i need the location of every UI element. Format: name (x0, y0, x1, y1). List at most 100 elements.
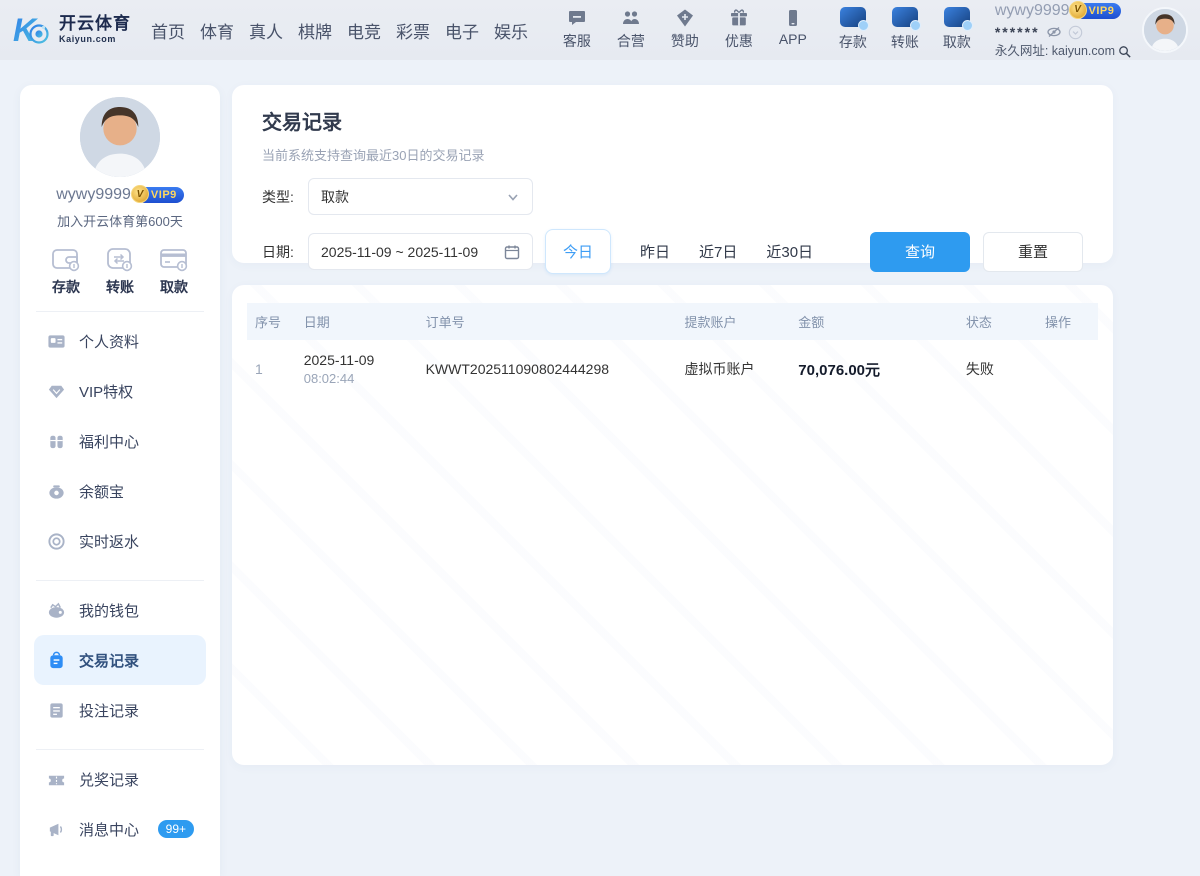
sidebar-avatar-photo (80, 97, 160, 177)
sidebar-item-transactions[interactable]: 交易记录 (34, 635, 206, 685)
service-button[interactable]: 客服 (555, 8, 599, 51)
sidebar-item-rebate[interactable]: 实时返水 (34, 516, 206, 566)
shortcut-today[interactable]: 今日 (545, 229, 611, 274)
col-action: 操作 (1037, 303, 1098, 340)
partners-button[interactable]: 合营 (609, 8, 653, 51)
sidebar-item-wallet[interactable]: 我的钱包 (34, 585, 206, 635)
sidebar-item-yuebao-label: 余额宝 (79, 481, 124, 502)
sidebar-item-bets[interactable]: 投注记录 (34, 685, 206, 735)
cell-status: 失败 (958, 340, 1037, 398)
transfer-button[interactable]: 转账 (883, 7, 927, 52)
sidebar-item-bets-label: 投注记录 (79, 700, 139, 721)
sidebar-transfer-button[interactable]: 转账 (105, 246, 135, 297)
my-wallet-icon (47, 601, 66, 620)
main-nav: 首页 体育 真人 棋牌 电竞 彩票 电子 娱乐 (151, 18, 528, 43)
nav-home[interactable]: 首页 (151, 18, 185, 43)
rebate-circle-icon (47, 532, 66, 551)
chevron-down-icon (506, 190, 520, 204)
withdraw-label: 取款 (943, 32, 971, 52)
megaphone-icon (47, 820, 66, 839)
chevron-circle-icon[interactable] (1068, 25, 1083, 40)
shortcut-7days[interactable]: 近7日 (699, 241, 737, 262)
nav-esports[interactable]: 电竞 (347, 18, 381, 43)
sidebar-item-wallet-label: 我的钱包 (79, 600, 139, 621)
partners-label: 合营 (617, 31, 645, 51)
page-subtitle: 当前系统支持查询最近30日的交易记录 (262, 145, 1083, 164)
col-date: 日期 (296, 303, 418, 340)
nav-live[interactable]: 真人 (249, 18, 283, 43)
table-row: 1 2025-11-09 08:02:44 KWWT20251109080244… (247, 340, 1098, 398)
type-select[interactable]: 取款 (308, 178, 533, 215)
id-card-icon (47, 332, 66, 351)
sidebar-item-messages-label: 消息中心 (79, 819, 139, 840)
deposit-card-icon (840, 7, 866, 29)
cell-account: 虚拟币账户 (677, 340, 791, 398)
masked-balance: ****** (995, 23, 1040, 42)
date-shortcuts: 今日 昨日 近7日 近30日 (545, 229, 813, 274)
sidebar-divider (36, 749, 204, 750)
nav-chess[interactable]: 棋牌 (298, 18, 332, 43)
vip-gem-icon (47, 382, 66, 401)
shortcut-30days[interactable]: 近30日 (766, 241, 813, 262)
date-range-value: 2025-11-09 ~ 2025-11-09 (321, 244, 504, 260)
sponsor-button[interactable]: 赞助 (663, 8, 707, 51)
piggy-bank-icon (47, 482, 66, 501)
vip-badge: V VIP9 (1075, 3, 1122, 19)
withdraw-button[interactable]: 取款 (935, 7, 979, 52)
sidebar-item-welfare[interactable]: 福利中心 (34, 416, 206, 466)
cell-order-no: KWWT202511090802444298 (418, 340, 677, 398)
deposit-label: 存款 (839, 32, 867, 52)
calendar-icon (504, 244, 520, 260)
brand-domain: Kaiyun.com (59, 35, 131, 44)
sidebar-item-vip[interactable]: VIP特权 (34, 366, 206, 416)
app-label: APP (779, 31, 807, 47)
nav-slots[interactable]: 电子 (445, 18, 479, 43)
sidebar-withdraw-button[interactable]: 取款 (159, 246, 189, 297)
sidebar-item-prizes[interactable]: 兑奖记录 (34, 754, 206, 804)
sponsor-label: 赞助 (671, 31, 699, 51)
avatar-photo (1144, 9, 1186, 51)
sidebar-item-profile[interactable]: 个人资料 (34, 316, 206, 366)
nav-sports[interactable]: 体育 (200, 18, 234, 43)
transaction-table-card: 序号 日期 订单号 提款账户 金额 状态 操作 1 2025-11-09 08:… (232, 285, 1113, 765)
sidebar-vip-level: VIP9 (151, 189, 177, 201)
sidebar-item-messages[interactable]: 消息中心 99+ (34, 804, 206, 854)
sidebar-avatar[interactable] (80, 97, 160, 177)
withdraw-card-icon (944, 7, 970, 29)
app-button[interactable]: APP (771, 8, 815, 51)
search-button[interactable]: 查询 (870, 232, 970, 272)
bet-record-icon (47, 701, 66, 720)
date-range-input[interactable]: 2025-11-09 ~ 2025-11-09 (308, 233, 533, 270)
shortcut-yesterday[interactable]: 昨日 (640, 241, 670, 262)
sidebar-vip-badge: V VIP9 (137, 187, 184, 203)
sidebar-username: wywy9999 (56, 186, 131, 204)
kaiyun-logo[interactable]: K 开云体育 Kaiyun.com (0, 10, 131, 50)
deposit-button[interactable]: 存款 (831, 7, 875, 52)
transaction-filter-card: 交易记录 当前系统支持查询最近30日的交易记录 类型: 取款 日期: 2025-… (232, 85, 1113, 263)
magnifier-icon[interactable] (1117, 44, 1132, 59)
nav-entertainment[interactable]: 娱乐 (494, 18, 528, 43)
user-account-block[interactable]: wywy9999 V VIP9 ****** 永久网址 (995, 0, 1132, 59)
vip-level: VIP9 (1089, 4, 1115, 19)
nav-lottery[interactable]: 彩票 (396, 18, 430, 43)
user-avatar[interactable] (1142, 7, 1188, 53)
sidebar-withdraw-label: 取款 (160, 277, 188, 297)
sidebar-item-vip-label: VIP特权 (79, 381, 133, 402)
welfare-gift-icon (47, 432, 66, 451)
col-seq: 序号 (247, 303, 296, 340)
top-navigation-bar: K 开云体育 Kaiyun.com 首页 体育 真人 棋牌 电竞 彩票 电子 娱… (0, 0, 1200, 60)
cell-time-value: 08:02:44 (304, 371, 410, 386)
promo-label: 优惠 (725, 31, 753, 51)
sidebar-deposit-button[interactable]: 存款 (51, 246, 81, 297)
sidebar-item-yuebao[interactable]: 余额宝 (34, 466, 206, 516)
reset-button[interactable]: 重置 (983, 232, 1083, 272)
eye-off-icon[interactable] (1046, 24, 1062, 40)
chat-icon (567, 8, 587, 28)
sidebar-deposit-label: 存款 (52, 277, 80, 297)
wallet-icon (51, 246, 81, 272)
promo-button[interactable]: 优惠 (717, 8, 761, 51)
sidebar-item-profile-label: 个人资料 (79, 331, 139, 352)
type-label: 类型: (262, 187, 308, 207)
transfer-card-icon (892, 7, 918, 29)
transfer-icon (105, 246, 135, 272)
